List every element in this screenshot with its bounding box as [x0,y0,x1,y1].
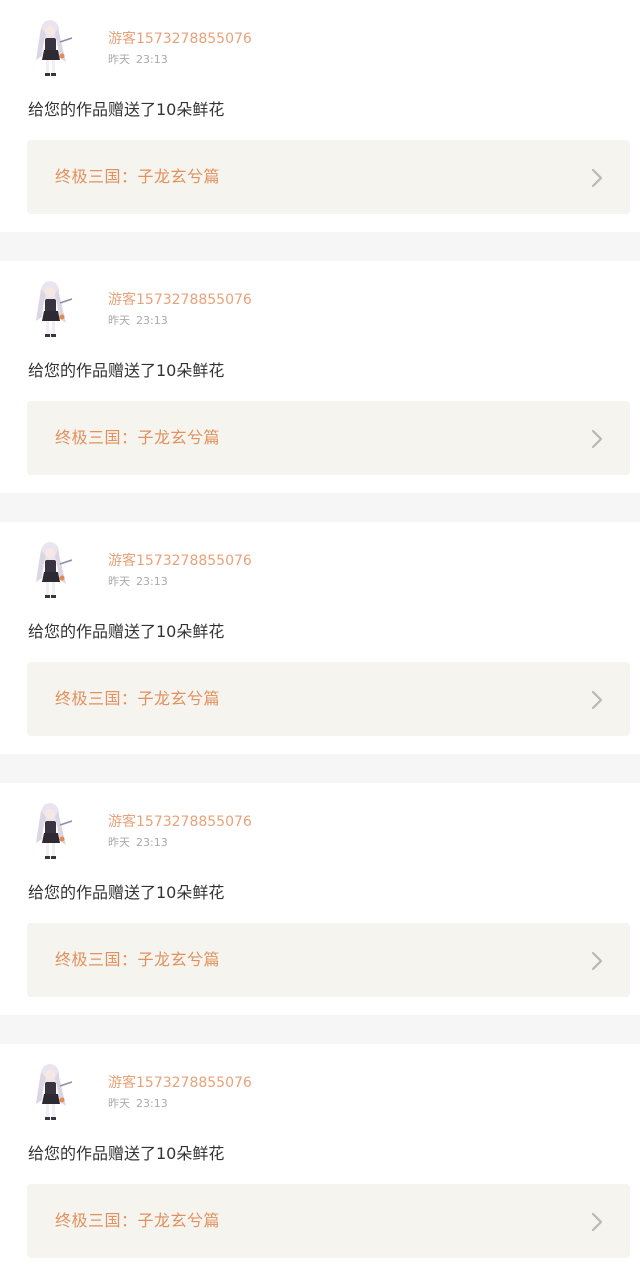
work-title: 终极三国：子龙玄兮篇 [55,167,221,186]
chevron-right-icon [590,689,604,711]
timestamp-day: 昨天 [108,53,130,66]
work-link-button[interactable]: 终极三国：子龙玄兮篇 [27,140,630,214]
timestamp: 昨天 23:13 [108,575,168,589]
username[interactable]: 游客1573278855076 [108,813,252,831]
timestamp-time: 23:13 [136,53,168,66]
anime-girl-avatar-icon[interactable] [28,277,82,341]
timestamp: 昨天 23:13 [108,1097,168,1111]
gift-notification-card: 游客1573278855076 昨天 23:13 给您的作品赠送了10朵鲜花 终极… [0,783,640,1015]
timestamp: 昨天 23:13 [108,314,168,328]
gift-message: 给您的作品赠送了10朵鲜花 [28,1144,225,1163]
gift-notification-card: 游客1573278855076 昨天 23:13 给您的作品赠送了10朵鲜花 终极… [0,261,640,493]
chevron-right-icon [590,167,604,189]
work-link-button[interactable]: 终极三国：子龙玄兮篇 [27,401,630,475]
anime-girl-avatar-icon[interactable] [28,538,82,602]
work-link-button[interactable]: 终极三国：子龙玄兮篇 [27,1184,630,1258]
gift-notification-card: 游客1573278855076 昨天 23:13 给您的作品赠送了10朵鲜花 终极… [0,0,640,232]
timestamp-day: 昨天 [108,575,130,588]
timestamp: 昨天 23:13 [108,836,168,850]
gift-notification-feed: 游客1573278855076 昨天 23:13 给您的作品赠送了10朵鲜花 终极… [0,0,640,1284]
gift-notification-card: 游客1573278855076 昨天 23:13 给您的作品赠送了10朵鲜花 终极… [0,522,640,754]
timestamp-day: 昨天 [108,1097,130,1110]
timestamp: 昨天 23:13 [108,53,168,67]
work-title: 终极三国：子龙玄兮篇 [55,950,221,969]
anime-girl-avatar-icon[interactable] [28,1060,82,1124]
timestamp-day: 昨天 [108,314,130,327]
anime-girl-avatar-icon[interactable] [28,799,82,863]
timestamp-time: 23:13 [136,575,168,588]
chevron-right-icon [590,428,604,450]
timestamp-time: 23:13 [136,836,168,849]
timestamp-day: 昨天 [108,836,130,849]
username[interactable]: 游客1573278855076 [108,291,252,309]
gift-notification-card: 游客1573278855076 昨天 23:13 给您的作品赠送了10朵鲜花 终极… [0,1044,640,1284]
gift-message: 给您的作品赠送了10朵鲜花 [28,361,225,380]
work-title: 终极三国：子龙玄兮篇 [55,428,221,447]
gift-message: 给您的作品赠送了10朵鲜花 [28,622,225,641]
work-link-button[interactable]: 终极三国：子龙玄兮篇 [27,662,630,736]
chevron-right-icon [590,1211,604,1233]
work-title: 终极三国：子龙玄兮篇 [55,1211,221,1230]
chevron-right-icon [590,950,604,972]
gift-message: 给您的作品赠送了10朵鲜花 [28,100,225,119]
timestamp-time: 23:13 [136,314,168,327]
username[interactable]: 游客1573278855076 [108,1074,252,1092]
gift-message: 给您的作品赠送了10朵鲜花 [28,883,225,902]
anime-girl-avatar-icon[interactable] [28,16,82,80]
username[interactable]: 游客1573278855076 [108,552,252,570]
work-link-button[interactable]: 终极三国：子龙玄兮篇 [27,923,630,997]
timestamp-time: 23:13 [136,1097,168,1110]
username[interactable]: 游客1573278855076 [108,30,252,48]
work-title: 终极三国：子龙玄兮篇 [55,689,221,708]
